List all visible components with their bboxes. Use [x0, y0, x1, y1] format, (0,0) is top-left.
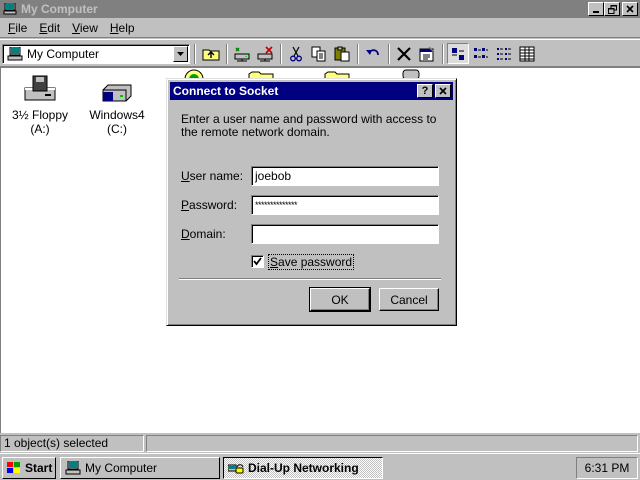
ok-button[interactable]: OK [309, 287, 371, 312]
windows-logo-icon [7, 462, 20, 473]
menu-edit[interactable]: Edit [33, 21, 66, 35]
paste-icon [334, 46, 350, 61]
delete-button[interactable] [393, 43, 415, 64]
address-text: My Computer [27, 47, 100, 61]
close-icon [439, 87, 447, 95]
disconnect-drive-button[interactable] [254, 43, 276, 64]
undo-button[interactable] [362, 43, 384, 64]
connect-to-socket-dialog: Connect to Socket ? Enter a user name an… [166, 78, 457, 326]
help-button[interactable]: ? [417, 84, 433, 98]
password-field[interactable] [251, 195, 439, 215]
large-icons-button[interactable] [447, 43, 469, 64]
task-label: My Computer [85, 461, 158, 475]
status-selection: 1 object(s) selected [0, 435, 144, 452]
close-button[interactable] [622, 2, 638, 16]
paste-button[interactable] [331, 43, 353, 64]
restore-button[interactable] [604, 2, 620, 16]
small-icons-view-icon [474, 47, 488, 58]
main-title-bar[interactable]: My Computer [0, 0, 640, 18]
properties-button[interactable] [416, 43, 438, 64]
status-bar: 1 object(s) selected [0, 434, 640, 453]
window-title: My Computer [21, 2, 98, 16]
cut-icon [290, 46, 302, 61]
details-view-button[interactable] [516, 43, 538, 64]
menu-view[interactable]: View [66, 21, 104, 35]
toolbar-separator [226, 44, 228, 64]
my-computer-icon [3, 3, 17, 15]
hard-drive-icon [102, 84, 132, 102]
taskbar: Start My Computer Dial-Up Networking 6:3… [0, 453, 640, 480]
restore-icon [607, 4, 617, 14]
save-password-label[interactable]: Save password [268, 254, 355, 270]
list-view-icon [497, 47, 511, 60]
toolbar-separator [194, 44, 196, 64]
drive-floppy[interactable]: 3½ Floppy (A:) [5, 74, 75, 136]
up-one-level-icon [202, 49, 220, 60]
small-icons-button[interactable] [470, 43, 492, 64]
drive-label: Windows4 (C:) [89, 108, 145, 136]
close-icon [626, 5, 634, 13]
save-password-checkbox[interactable] [251, 255, 264, 268]
help-icon: ? [421, 84, 429, 97]
status-secondary [146, 435, 638, 452]
cancel-button[interactable]: Cancel [379, 288, 439, 311]
dialog-divider [179, 278, 441, 280]
toolbar-separator [280, 44, 282, 64]
undo-icon [366, 48, 379, 55]
details-view-icon [519, 46, 535, 61]
menu-bar: File Edit View Help [0, 18, 640, 38]
task-my-computer[interactable]: My Computer [60, 457, 220, 479]
dial-up-networking-icon [228, 464, 244, 474]
dialog-description: Enter a user name and password with acce… [181, 112, 437, 139]
dialog-close-button[interactable] [435, 84, 451, 98]
drive-label: 3½ Floppy (A:) [11, 108, 69, 136]
large-icons-view-icon [452, 47, 464, 60]
toolbar-separator [442, 44, 444, 64]
username-label: User name: [181, 169, 244, 183]
toolbar: My Computer [0, 39, 640, 67]
cut-button[interactable] [285, 43, 307, 64]
domain-label: Domain: [181, 227, 226, 241]
my-computer-icon [65, 461, 81, 475]
map-network-drive-icon [234, 46, 250, 61]
checkmark-icon [253, 257, 262, 266]
dialog-title: Connect to Socket [173, 84, 279, 98]
menu-help[interactable]: Help [104, 21, 141, 35]
map-drive-button[interactable] [231, 43, 253, 64]
username-field[interactable] [251, 166, 439, 186]
minimize-button[interactable] [588, 2, 604, 16]
address-dropdown-button[interactable] [173, 46, 188, 62]
task-dial-up-networking[interactable]: Dial-Up Networking [223, 457, 383, 479]
list-view-button[interactable] [493, 43, 515, 64]
system-clock[interactable]: 6:31 PM [576, 457, 638, 479]
chevron-down-icon [177, 52, 184, 56]
copy-icon [311, 46, 326, 61]
dialog-title-bar[interactable]: Connect to Socket ? [170, 82, 453, 100]
toolbar-separator [388, 44, 390, 64]
password-label: Password: [181, 198, 238, 212]
delete-icon [397, 46, 411, 61]
my-computer-icon [7, 47, 23, 61]
floppy-drive-icon [24, 75, 56, 101]
copy-button[interactable] [308, 43, 330, 64]
disconnect-drive-icon [257, 45, 273, 61]
drive-c[interactable]: Windows4 (C:) [79, 82, 155, 136]
up-one-level-button[interactable] [200, 43, 222, 64]
start-button[interactable]: Start [2, 457, 56, 479]
address-combo[interactable]: My Computer [2, 44, 190, 64]
minimize-icon [593, 11, 599, 13]
toolbar-separator [357, 44, 359, 64]
menu-file[interactable]: File [2, 21, 33, 35]
domain-field[interactable] [251, 224, 439, 244]
properties-icon [419, 46, 435, 61]
start-label: Start [25, 461, 53, 475]
task-label: Dial-Up Networking [248, 461, 359, 475]
